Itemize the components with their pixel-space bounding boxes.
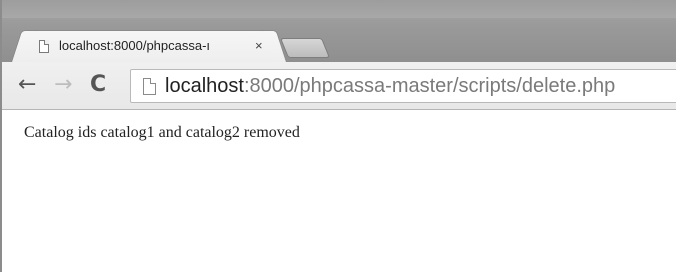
page-content: Catalog ids catalog1 and catalog2 remove…	[2, 110, 676, 272]
address-bar[interactable]: localhost:8000/phpcassa-master/scripts/d…	[130, 69, 676, 103]
address-url[interactable]: localhost:8000/phpcassa-master/scripts/d…	[165, 75, 615, 98]
new-tab-button[interactable]	[279, 38, 331, 58]
back-arrow-icon[interactable]: ←	[18, 74, 36, 96]
page-icon	[39, 40, 49, 53]
reload-icon[interactable]: C	[90, 74, 106, 96]
title-bar	[2, 0, 676, 18]
page-icon	[143, 78, 156, 95]
tab-title: localhost:8000/phpcassa-ı	[59, 38, 211, 53]
toolbar: ← → C localhost:8000/phpcassa-master/scr…	[2, 62, 676, 110]
url-host: localhost	[165, 75, 244, 97]
tab-active[interactable]: localhost:8000/phpcassa-ı ×	[24, 30, 274, 62]
tab-strip: localhost:8000/phpcassa-ı ×	[2, 0, 676, 62]
forward-arrow-icon[interactable]: →	[54, 74, 72, 96]
url-path: :8000/phpcassa-master/scripts/delete.php	[243, 75, 616, 97]
browser-window: localhost:8000/phpcassa-ı × ← → C localh…	[0, 0, 676, 272]
result-message: Catalog ids catalog1 and catalog2 remove…	[24, 124, 300, 141]
close-icon[interactable]: ×	[255, 38, 263, 53]
